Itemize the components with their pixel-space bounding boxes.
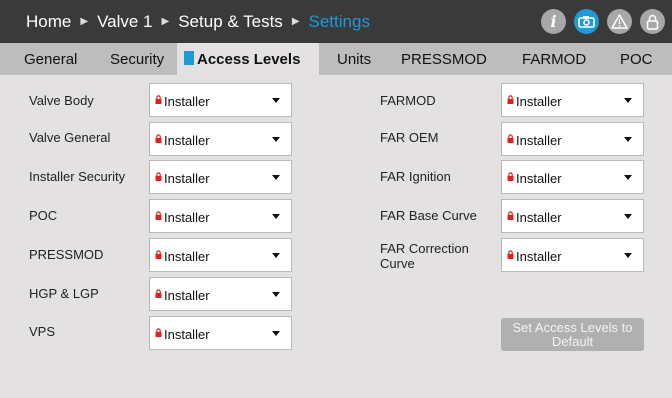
chevron-down-icon <box>624 98 632 103</box>
select-value: Installer <box>164 249 210 264</box>
camera-icon[interactable] <box>574 9 599 34</box>
chevron-down-icon <box>624 253 632 258</box>
tab-access-levels[interactable]: Access Levels <box>177 43 319 75</box>
lock-icon <box>155 328 162 337</box>
select-value: Installer <box>516 210 562 225</box>
access-level-select-valve-general[interactable]: Installer <box>149 122 292 156</box>
chevron-down-icon <box>624 175 632 180</box>
access-level-select-farmod[interactable]: Installer <box>501 83 644 117</box>
lock-icon <box>155 95 162 104</box>
select-value: Installer <box>164 171 210 186</box>
breadcrumb-separator-icon: ▶ <box>291 16 300 27</box>
access-level-select-vps[interactable]: Installer <box>149 316 292 350</box>
access-level-select-far-correction-curve[interactable]: Installer <box>501 238 644 272</box>
lock-icon <box>507 250 514 259</box>
select-value: Installer <box>164 210 210 225</box>
row-label: FAR Ignition <box>380 169 451 184</box>
warning-icon[interactable] <box>607 9 632 34</box>
tab-poc[interactable]: POC <box>620 43 653 75</box>
row-label: PRESSMOD <box>29 247 104 262</box>
tab-pressmod[interactable]: PRESSMOD <box>401 43 487 75</box>
access-level-select-installer-security[interactable]: Installer <box>149 160 292 194</box>
row-label: FAR Correction Curve <box>380 241 469 271</box>
breadcrumb-separator-icon: ▶ <box>80 16 89 27</box>
breadcrumb-setup-tests[interactable]: Setup & Tests <box>178 12 283 32</box>
lock-icon <box>155 172 162 181</box>
lock-icon <box>155 134 162 143</box>
lock-icon[interactable] <box>640 9 665 34</box>
chevron-down-icon <box>272 214 280 219</box>
select-value: Installer <box>164 133 210 148</box>
lock-icon <box>155 250 162 259</box>
access-level-select-hgp-lgp[interactable]: Installer <box>149 277 292 311</box>
access-level-select-valve-body[interactable]: Installer <box>149 83 292 117</box>
row-label: HGP & LGP <box>29 286 99 301</box>
select-value: Installer <box>164 327 210 342</box>
row-label: FARMOD <box>380 93 436 108</box>
breadcrumb: Home ▶ Valve 1 ▶ Setup & Tests ▶ Setting… <box>26 0 370 43</box>
breadcrumb-separator-icon: ▶ <box>161 16 170 27</box>
access-level-select-poc[interactable]: Installer <box>149 199 292 233</box>
lock-icon <box>155 289 162 298</box>
chevron-down-icon <box>272 175 280 180</box>
row-label: Valve Body <box>29 93 94 108</box>
select-value: Installer <box>516 249 562 264</box>
settings-tab-bar: General Security Access Levels Units PRE… <box>0 43 672 75</box>
breadcrumb-home[interactable]: Home <box>26 12 71 32</box>
lock-icon <box>507 95 514 104</box>
tab-security[interactable]: Security <box>110 43 164 75</box>
tab-farmod[interactable]: FARMOD <box>522 43 586 75</box>
chevron-down-icon <box>624 137 632 142</box>
select-value: Installer <box>164 288 210 303</box>
chevron-down-icon <box>272 331 280 336</box>
select-value: Installer <box>516 171 562 186</box>
access-level-select-far-base-curve[interactable]: Installer <box>501 199 644 233</box>
access-level-select-far-oem[interactable]: Installer <box>501 122 644 156</box>
info-icon[interactable]: i <box>541 9 566 34</box>
active-tab-marker <box>184 51 194 65</box>
lock-icon <box>507 172 514 181</box>
lock-icon <box>155 211 162 220</box>
access-level-select-far-ignition[interactable]: Installer <box>501 160 644 194</box>
row-label: FAR Base Curve <box>380 208 477 223</box>
select-value: Installer <box>516 94 562 109</box>
lock-icon <box>507 211 514 220</box>
set-access-levels-default-button[interactable]: Set Access Levels to Default <box>501 318 644 351</box>
row-label: VPS <box>29 324 56 339</box>
row-label: Valve General <box>29 130 111 145</box>
access-level-select-pressmod[interactable]: Installer <box>149 238 292 272</box>
tab-general[interactable]: General <box>24 43 77 75</box>
chevron-down-icon <box>272 137 280 142</box>
tab-units[interactable]: Units <box>337 43 371 75</box>
chevron-down-icon <box>272 292 280 297</box>
select-value: Installer <box>164 94 210 109</box>
row-label: Installer Security <box>29 169 126 184</box>
select-value: Installer <box>516 133 562 148</box>
breadcrumb-settings: Settings <box>308 11 370 31</box>
chevron-down-icon <box>272 98 280 103</box>
row-label: FAR OEM <box>380 130 439 145</box>
chevron-down-icon <box>624 214 632 219</box>
breadcrumb-valve[interactable]: Valve 1 <box>97 12 152 32</box>
header-bar: Home ▶ Valve 1 ▶ Setup & Tests ▶ Setting… <box>0 0 672 43</box>
row-label: POC <box>29 208 58 223</box>
tab-access-levels-label: Access Levels <box>197 51 301 68</box>
chevron-down-icon <box>272 253 280 258</box>
lock-icon <box>507 134 514 143</box>
